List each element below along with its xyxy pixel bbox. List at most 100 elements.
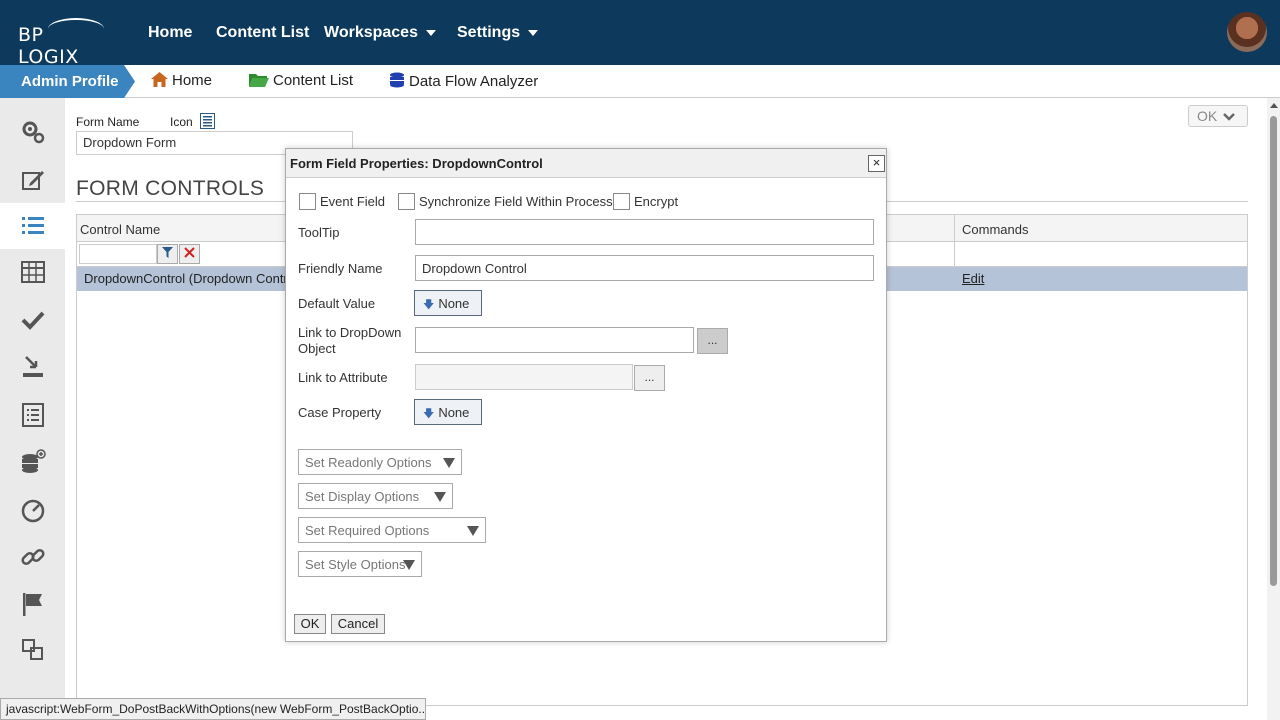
- tooltip-label: ToolTip: [298, 225, 340, 240]
- clear-filter-icon: [184, 247, 195, 258]
- event-field-checkbox-group[interactable]: Event Field: [299, 193, 385, 210]
- folder-icon: [249, 74, 269, 87]
- event-field-label: Event Field: [320, 194, 386, 209]
- set-readonly-options-label: Set Readonly Options: [305, 455, 432, 470]
- dashboard-icon: [21, 499, 44, 523]
- flag-icon: [22, 593, 42, 616]
- clear-filter-button[interactable]: [179, 244, 200, 264]
- friendly-name-label: Friendly Name: [298, 261, 383, 276]
- sidebar-item-document-list[interactable]: [0, 392, 65, 438]
- breadcrumb-data-flow-analyzer[interactable]: Data Flow Analyzer: [389, 72, 538, 90]
- sidebar-item-database-add[interactable]: [0, 439, 65, 485]
- sidebar-item-check[interactable]: [0, 297, 65, 343]
- scroll-up-arrow[interactable]: [1270, 103, 1278, 108]
- ok-dropdown-button[interactable]: OK: [1188, 105, 1248, 127]
- dropdown-arrow-icon: [443, 458, 455, 468]
- form-icon[interactable]: [200, 113, 215, 129]
- link-attribute-browse-button[interactable]: ...: [634, 365, 665, 391]
- sidebar-item-import[interactable]: [0, 344, 65, 390]
- dropdown-arrow-icon: [403, 560, 415, 570]
- sidebar-item-settings[interactable]: [0, 109, 65, 155]
- dialog-cancel-button[interactable]: Cancel: [331, 614, 385, 634]
- bplogix-logo[interactable]: BP LOGIX: [18, 18, 108, 68]
- encrypt-checkbox-group[interactable]: Encrypt: [613, 193, 678, 210]
- form-field-properties-dialog: Form Field Properties: DropdownControl ×…: [285, 148, 887, 642]
- edit-icon: [21, 171, 44, 190]
- page-scrollbar[interactable]: [1267, 98, 1280, 720]
- friendly-name-input[interactable]: Dropdown Control: [415, 255, 874, 281]
- synchronize-field-checkbox-group[interactable]: Synchronize Field Within Process: [398, 193, 613, 210]
- default-value-label: Default Value: [298, 296, 376, 311]
- link-attribute-label: Link to Attribute: [298, 370, 388, 385]
- dialog-close-button[interactable]: ×: [868, 155, 885, 172]
- sidebar-item-table[interactable]: [0, 249, 65, 295]
- arrow-down-icon: 🡇: [423, 299, 435, 311]
- edit-link[interactable]: Edit: [962, 271, 984, 286]
- filter-icon: [162, 247, 173, 258]
- dialog-ok-button[interactable]: OK: [294, 614, 326, 634]
- nav-content-list[interactable]: Content List: [216, 24, 309, 42]
- sidebar-item-dashboard[interactable]: [0, 487, 65, 533]
- gears-icon: [22, 121, 44, 144]
- event-field-checkbox[interactable]: [299, 193, 316, 210]
- link-dropdown-input[interactable]: [415, 327, 694, 353]
- dialog-title: Form Field Properties: DropdownControl: [286, 149, 886, 178]
- filter-button[interactable]: [157, 244, 178, 264]
- link-dropdown-browse-button[interactable]: ...: [697, 328, 728, 354]
- link-dropdown-label: Link to DropDown Object: [298, 325, 402, 356]
- case-property-button[interactable]: 🡇 None: [414, 399, 482, 425]
- case-property-label: Case Property: [298, 405, 382, 420]
- breadcrumb-data-flow-analyzer-label: Data Flow Analyzer: [409, 73, 539, 90]
- sidebar-item-edit[interactable]: [0, 157, 65, 203]
- sidebar-item-form-controls[interactable]: [0, 203, 65, 249]
- sidebar-item-link[interactable]: [0, 534, 65, 580]
- document-list-icon: [21, 403, 44, 427]
- edit-link-label: Edit: [962, 271, 985, 286]
- set-required-options-label: Set Required Options: [305, 523, 430, 538]
- dropdown-arrow-icon: [434, 492, 446, 502]
- encrypt-label: Encrypt: [634, 194, 679, 209]
- synchronize-field-checkbox[interactable]: [398, 193, 415, 210]
- default-value-button-label: None: [438, 296, 470, 311]
- scroll-thumb[interactable]: [1270, 116, 1277, 586]
- column-header-control-name[interactable]: Control Name: [80, 222, 160, 237]
- set-style-options-select[interactable]: Set Style Options: [298, 551, 422, 577]
- arrow-down-icon: 🡇: [423, 408, 435, 420]
- set-style-options-label: Set Style Options: [305, 557, 406, 572]
- section-title: FORM CONTROLS: [76, 177, 265, 200]
- form-name-label: Form Name: [76, 115, 140, 129]
- sidebar-item-flag[interactable]: [0, 581, 65, 627]
- breadcrumb-content-list-label: Content List: [273, 72, 354, 89]
- nav-workspaces[interactable]: Workspaces: [324, 24, 436, 42]
- set-required-options-select[interactable]: Set Required Options: [298, 517, 486, 543]
- sidebar-item-copy[interactable]: [0, 627, 65, 673]
- cell-control-name: DropdownControl (Dropdown Control): [84, 271, 303, 286]
- link-icon: [20, 548, 45, 566]
- nav-settings[interactable]: Settings: [457, 24, 539, 42]
- home-icon: [151, 72, 168, 87]
- breadcrumb-admin-profile[interactable]: Admin Profile: [0, 65, 135, 98]
- default-value-button[interactable]: 🡇 None: [414, 290, 482, 316]
- filter-input[interactable]: [79, 244, 157, 264]
- set-readonly-options-select[interactable]: Set Readonly Options: [298, 449, 462, 475]
- column-header-commands: Commands: [962, 222, 1029, 237]
- check-icon: [21, 311, 44, 330]
- tooltip-input[interactable]: [415, 219, 874, 245]
- left-sidebar: [0, 98, 65, 720]
- nav-workspaces-label: Workspaces: [324, 24, 418, 41]
- database-icon: [390, 72, 404, 88]
- set-display-options-label: Set Display Options: [305, 489, 420, 504]
- breadcrumb-content-list[interactable]: Content List: [249, 72, 353, 89]
- top-navbar: BP LOGIX Home Content List Workspaces Se…: [0, 0, 1280, 68]
- icon-label: Icon: [170, 115, 193, 129]
- dropdown-arrow-icon: [467, 526, 479, 536]
- link-attribute-input[interactable]: [415, 364, 633, 390]
- nav-settings-label: Settings: [457, 24, 521, 41]
- user-avatar[interactable]: [1227, 12, 1267, 52]
- database-add-icon: [21, 449, 46, 473]
- import-icon: [22, 356, 43, 377]
- nav-home[interactable]: Home: [148, 24, 192, 42]
- set-display-options-select[interactable]: Set Display Options: [298, 483, 453, 509]
- breadcrumb-home[interactable]: Home: [151, 72, 212, 89]
- encrypt-checkbox[interactable]: [613, 193, 630, 210]
